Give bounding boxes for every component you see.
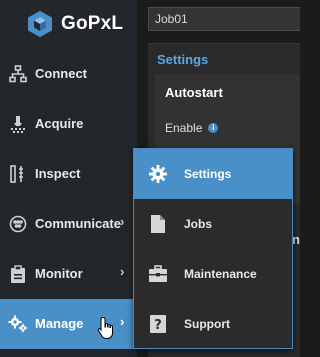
communicate-icon bbox=[8, 214, 28, 234]
enable-row: Enable i bbox=[165, 121, 219, 135]
sidebar-item-label: Manage bbox=[35, 316, 84, 331]
submenu-item-label: Settings bbox=[184, 167, 232, 181]
gears-icon bbox=[8, 314, 28, 334]
clipboard-icon bbox=[8, 264, 28, 284]
acquire-icon bbox=[8, 114, 28, 134]
cube-logo-icon bbox=[28, 11, 52, 37]
job-name-field[interactable]: Job01 bbox=[148, 7, 300, 31]
brand-name: GoPxL bbox=[61, 13, 124, 34]
document-icon bbox=[148, 214, 168, 234]
submenu-item-maintenance[interactable]: Maintenance bbox=[134, 249, 292, 299]
inspect-icon bbox=[8, 164, 28, 184]
sidebar-item-label: Communicate bbox=[35, 216, 121, 231]
chevron-right-icon: › bbox=[120, 314, 125, 329]
submenu-item-support[interactable]: ? Support bbox=[134, 299, 292, 349]
manage-submenu: Settings Jobs Maintenance ? Support bbox=[133, 148, 293, 349]
submenu-item-label: Maintenance bbox=[184, 267, 257, 281]
network-icon bbox=[8, 64, 28, 84]
truncated-label: n bbox=[292, 232, 300, 247]
enable-label: Enable bbox=[165, 121, 203, 135]
sidebar-item-manage[interactable]: Manage › bbox=[0, 299, 137, 349]
sidebar-item-label: Monitor bbox=[35, 266, 83, 281]
sidebar-item-label: Inspect bbox=[35, 166, 81, 181]
sidebar-item-monitor[interactable]: Monitor › bbox=[0, 249, 137, 299]
chevron-right-icon: › bbox=[120, 214, 125, 229]
info-icon[interactable]: i bbox=[208, 123, 219, 133]
submenu-item-jobs[interactable]: Jobs bbox=[134, 199, 292, 249]
gear-icon bbox=[148, 164, 168, 184]
sidebar-item-communicate[interactable]: Communicate › bbox=[0, 199, 137, 249]
app-window: GoPxL Connect Acquire Inspect Communicat… bbox=[0, 0, 300, 357]
svg-text:?: ? bbox=[154, 318, 162, 333]
toolbox-icon bbox=[148, 264, 168, 284]
submenu-item-label: Support bbox=[184, 317, 230, 331]
submenu-item-label: Jobs bbox=[184, 217, 213, 231]
sidebar-item-inspect[interactable]: Inspect bbox=[0, 149, 137, 199]
brand-logo[interactable]: GoPxL bbox=[0, 0, 137, 48]
section-title: Autostart bbox=[165, 85, 223, 100]
submenu-item-settings[interactable]: Settings bbox=[134, 149, 292, 199]
sidebar-item-connect[interactable]: Connect bbox=[0, 49, 137, 99]
sidebar: GoPxL Connect Acquire Inspect Communicat… bbox=[0, 0, 137, 357]
sidebar-item-label: Connect bbox=[35, 66, 87, 81]
chevron-right-icon: › bbox=[120, 264, 125, 279]
sidebar-item-acquire[interactable]: Acquire bbox=[0, 99, 137, 149]
help-book-icon: ? bbox=[148, 314, 168, 334]
panel-title: Settings bbox=[157, 52, 209, 67]
sidebar-item-label: Acquire bbox=[35, 116, 84, 131]
